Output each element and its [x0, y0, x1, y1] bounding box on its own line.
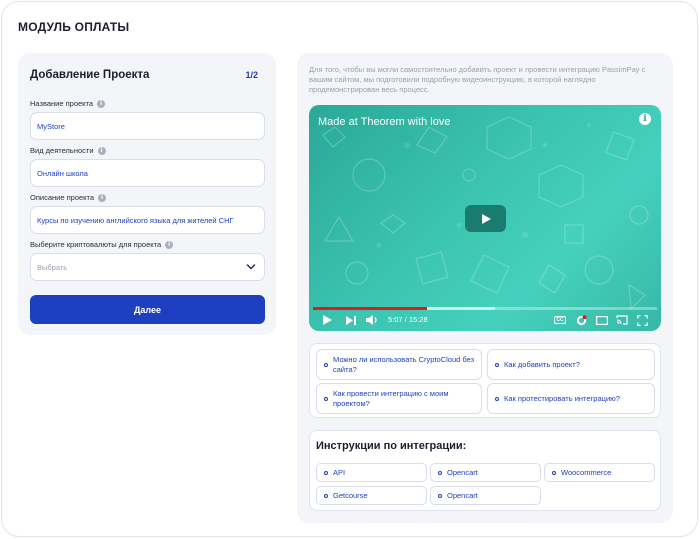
project-description-label-text: Описание проекта [30, 193, 95, 202]
fullscreen-icon[interactable] [635, 313, 649, 327]
faq-item-label: Как провести интеграцию с моим проектом? [333, 389, 449, 408]
chevron-down-icon [246, 264, 256, 270]
video-player[interactable]: Made at Theorem with love i 5:07 / 15:28… [309, 105, 661, 331]
instruction-link[interactable]: Opencart [430, 486, 541, 505]
instruction-link[interactable]: Opencart [430, 463, 541, 482]
help-panel: Для того, чтобы вы могли самостоятельно … [297, 53, 673, 523]
volume-icon[interactable] [365, 313, 379, 327]
bullet-icon [324, 493, 328, 498]
faq-item-label: Как протестировать интеграцию? [504, 393, 620, 403]
instruction-link-label: API [333, 468, 346, 477]
instruction-link[interactable]: Getcourse [316, 486, 427, 505]
add-project-form: Добавление Проекта 1/2 Название проекта … [18, 53, 276, 335]
page-title: МОДУЛЬ ОПЛАТЫ [18, 20, 130, 34]
form-title: Добавление Проекта [30, 69, 150, 81]
faq-item[interactable]: Можно ли использовать CryptoCloud без са… [316, 349, 482, 380]
crypto-select-label-text: Выберите криптовалюты для проекта [30, 240, 162, 249]
bullet-icon [495, 362, 499, 367]
bullet-icon [495, 396, 499, 401]
instruction-link-label: Opencart [447, 468, 478, 477]
subtitles-icon[interactable]: CC [554, 316, 566, 324]
play-icon [481, 213, 491, 224]
bullet-icon [324, 362, 328, 367]
faq-item-label: Можно ли использовать CryptoCloud без са… [333, 355, 475, 374]
progress-played [313, 307, 427, 310]
activity-type-input[interactable]: Онлайн школа [30, 159, 265, 187]
settings-icon[interactable] [574, 313, 588, 327]
video-time: 5:07 / 15:28 [388, 315, 428, 324]
next-icon[interactable] [345, 313, 357, 327]
bullet-icon [552, 470, 556, 475]
project-description-label: Описание проекта i [30, 193, 107, 202]
project-name-label: Название проекта i [30, 99, 106, 108]
miniplayer-icon[interactable] [595, 313, 609, 327]
video-info-icon[interactable]: i [639, 113, 651, 125]
intro-text: Для того, чтобы вы могли самостоятельно … [309, 65, 646, 94]
instruction-link-label: Woocommerce [561, 468, 612, 477]
faq-item[interactable]: Как протестировать интеграцию? [487, 383, 655, 414]
progress-bar[interactable] [313, 307, 657, 310]
faq-box: Можно ли использовать CryptoCloud без са… [309, 343, 661, 418]
faq-item[interactable]: Как добавить проект? [487, 349, 655, 380]
form-header: Добавление Проекта 1/2 [30, 69, 264, 85]
instruction-link-label: Opencart [447, 491, 478, 500]
bullet-icon [438, 470, 442, 475]
next-button[interactable]: Далее [30, 295, 265, 324]
bullet-icon [324, 396, 328, 401]
info-icon[interactable]: i [98, 193, 107, 202]
crypto-select-label: Выберите криптовалюты для проекта i [30, 240, 174, 249]
form-step-indicator: 1/2 [245, 70, 258, 80]
cast-icon[interactable] [615, 313, 629, 327]
project-name-label-text: Название проекта [30, 99, 94, 108]
integration-instructions: Инструкции по интеграции: API Opencart W… [309, 430, 661, 511]
bullet-icon [438, 493, 442, 498]
info-icon[interactable]: i [97, 99, 106, 108]
info-icon[interactable]: i [97, 146, 106, 155]
faq-item-label: Как добавить проект? [504, 359, 580, 369]
info-icon[interactable]: i [165, 240, 174, 249]
instruction-link[interactable]: Woocommerce [544, 463, 655, 482]
bullet-icon [324, 470, 328, 475]
crypto-select[interactable]: Выбрать [30, 253, 265, 281]
play-button[interactable] [465, 205, 506, 232]
video-title: Made at Theorem with love [318, 116, 451, 128]
faq-item[interactable]: Как провести интеграцию с моим проектом? [316, 383, 482, 414]
activity-type-label: Вид деятельности i [30, 146, 106, 155]
instruction-link-label: Getcourse [333, 491, 368, 500]
crypto-select-placeholder: Выбрать [37, 262, 68, 272]
instruction-link[interactable]: API [316, 463, 427, 482]
control-play-icon[interactable] [321, 313, 333, 327]
instructions-title: Инструкции по интеграции: [316, 440, 467, 452]
video-controls: 5:07 / 15:28 CC [309, 313, 661, 329]
project-name-input[interactable]: MyStore [30, 112, 265, 140]
activity-type-label-text: Вид деятельности [30, 146, 94, 155]
project-description-input[interactable]: Курсы по изучению английского языка для … [30, 206, 265, 234]
